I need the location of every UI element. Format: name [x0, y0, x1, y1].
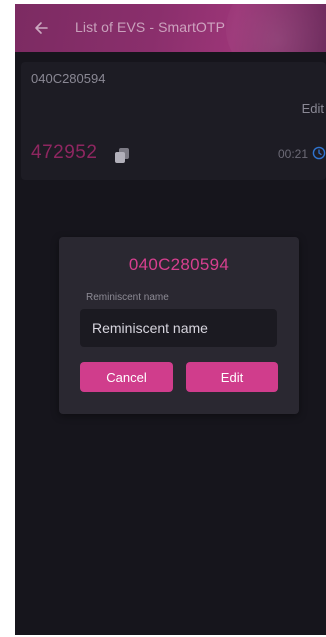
- otp-timer: 00:21: [277, 147, 308, 161]
- edit-button[interactable]: Edit: [186, 362, 278, 392]
- otp-code: 472952: [31, 142, 98, 163]
- reminiscent-name-input[interactable]: [80, 309, 277, 347]
- app-screen: List of EVS - SmartOTP 040C280594 Edit 4…: [15, 4, 326, 635]
- page-title: List of EVS - SmartOTP: [75, 19, 226, 35]
- clock-icon: [312, 146, 326, 160]
- otp-card: 040C280594 Edit 472952 00:21: [21, 62, 326, 180]
- arrow-left-icon: [35, 22, 48, 34]
- dialog-title: 040C280594: [128, 255, 230, 274]
- back-button[interactable]: [29, 16, 53, 40]
- card-edit-button[interactable]: Edit: [302, 101, 324, 116]
- card-id: 040C280594: [31, 71, 106, 86]
- app-bar-decoration: [226, 4, 326, 52]
- rename-dialog: 040C280594 Reminiscent name Cancel Edit: [59, 237, 299, 414]
- app-bar: List of EVS - SmartOTP: [15, 4, 326, 52]
- reminiscent-name-label: Reminiscent name: [86, 292, 169, 303]
- cancel-button[interactable]: Cancel: [80, 362, 173, 392]
- copy-icon[interactable]: [113, 146, 131, 164]
